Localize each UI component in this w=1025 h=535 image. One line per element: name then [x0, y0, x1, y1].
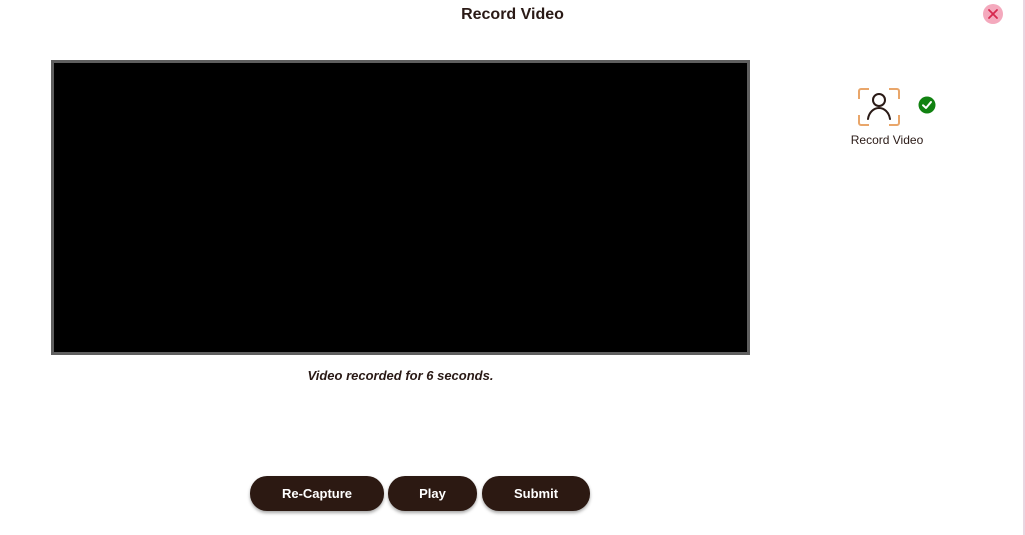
submit-button[interactable]: Submit [482, 476, 590, 511]
recording-status-message: Video recorded for 6 seconds. [307, 368, 494, 383]
check-circle-icon [918, 96, 936, 114]
close-button[interactable] [983, 4, 1003, 24]
play-button[interactable]: Play [388, 476, 477, 511]
dialog-title: Record Video [461, 6, 564, 23]
video-preview[interactable] [51, 60, 750, 355]
user-frame-icon [858, 88, 900, 126]
close-icon [988, 9, 998, 19]
recapture-button[interactable]: Re-Capture [250, 476, 384, 511]
step-label: Record Video [850, 133, 924, 147]
